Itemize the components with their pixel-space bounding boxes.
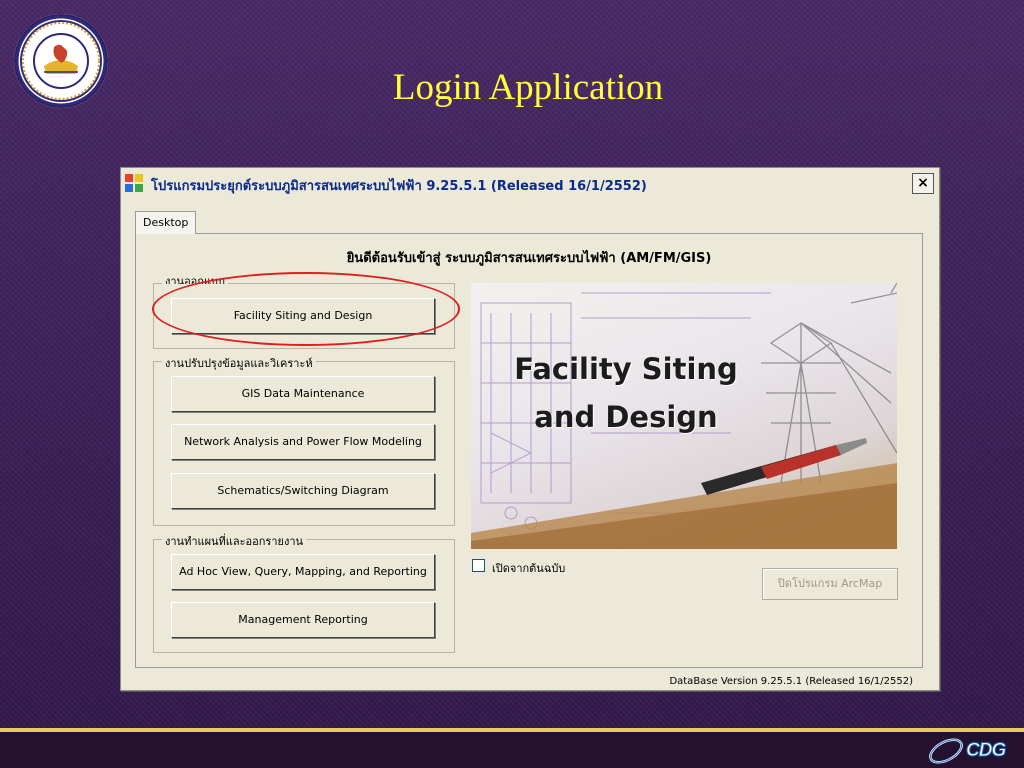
facility-siting-button[interactable]: Facility Siting and Design — [171, 298, 435, 334]
welcome-heading: ยินดีต้อนรับเข้าสู่ ระบบภูมิสารสนเทศระบบ… — [346, 251, 712, 266]
design-group-legend: งานออกแบบ — [162, 275, 228, 284]
footer-band — [0, 732, 1024, 768]
window-title: โปรแกรมประยุกต์ระบบภูมิสารสนเทศระบบไฟฟ้า… — [151, 179, 647, 194]
window-titlebar[interactable]: โปรแกรมประยุกต์ระบบภูมิสารสนเทศระบบไฟฟ้า… — [121, 168, 939, 198]
reporting-group: งานทำแผนที่และออกรายงาน Ad Hoc View, Que… — [153, 532, 455, 653]
application-icon — [124, 173, 144, 193]
preview-caption-line1: Facility Siting — [514, 352, 738, 386]
gis-data-maintenance-button[interactable]: GIS Data Maintenance — [171, 376, 435, 412]
open-from-original-label: เปิดจากต้นฉบับ — [492, 562, 566, 575]
schematics-switching-button[interactable]: Schematics/Switching Diagram — [171, 473, 435, 509]
ad-hoc-reporting-button[interactable]: Ad Hoc View, Query, Mapping, and Reporti… — [171, 554, 435, 590]
close-button[interactable]: × — [912, 173, 934, 194]
management-reporting-button[interactable]: Management Reporting — [171, 602, 435, 638]
open-from-original-checkbox[interactable] — [472, 559, 485, 572]
desktop-tab-panel: ยินดีต้อนรับเข้าสู่ ระบบภูมิสารสนเทศระบบ… — [135, 233, 923, 668]
maintenance-group: งานปรับปรุงข้อมูลและวิเคราะห์ GIS Data M… — [153, 354, 455, 526]
footer-brand: CDG — [965, 740, 1006, 762]
maintenance-group-legend: งานปรับปรุงข้อมูลและวิเคราะห์ — [162, 354, 316, 372]
module-preview-image: Facility Siting and Design — [471, 283, 897, 549]
database-version-label: DataBase Version 9.25.5.1 (Released 16/1… — [669, 676, 913, 687]
slide-title: Login Application — [392, 67, 664, 108]
preview-caption-line2: and Design — [534, 400, 718, 434]
design-group: งานออกแบบ Facility Siting and Design — [153, 275, 455, 349]
close-arcmap-button[interactable]: ปิดโปรแกรม ArcMap — [762, 568, 898, 600]
application-window: โปรแกรมประยุกต์ระบบภูมิสารสนเทศระบบไฟฟ้า… — [120, 167, 940, 691]
tab-desktop[interactable]: Desktop — [135, 211, 197, 234]
network-analysis-button[interactable]: Network Analysis and Power Flow Modeling — [171, 424, 435, 460]
preview-caption: Facility Siting and Design — [501, 345, 751, 441]
reporting-group-legend: งานทำแผนที่และออกรายงาน — [162, 532, 307, 550]
